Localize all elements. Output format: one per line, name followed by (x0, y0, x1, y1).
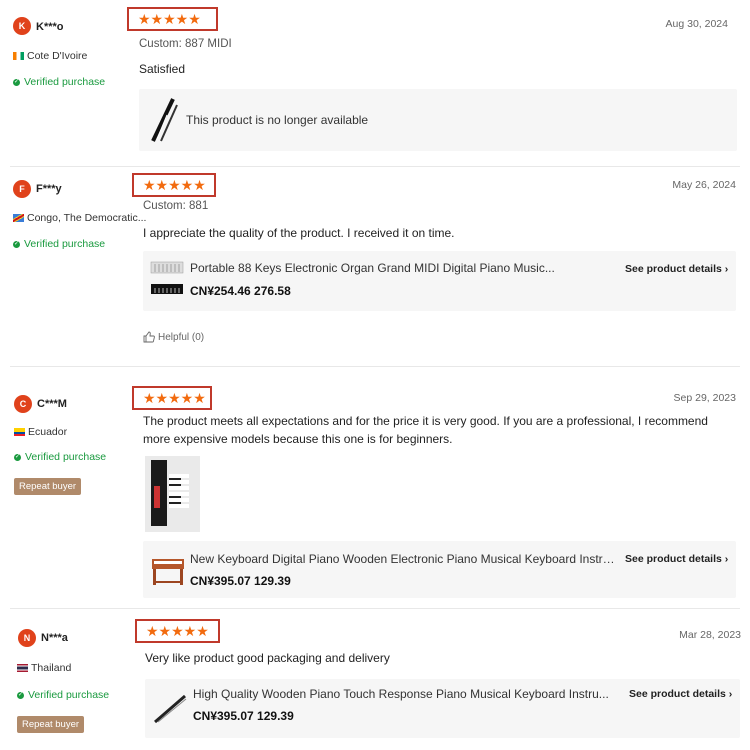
product-price: CN¥395.07 129.39 (193, 709, 294, 723)
thumbs-up-icon (143, 331, 155, 343)
keyboard-icon (154, 694, 187, 724)
check-icon: ✓ (13, 240, 20, 248)
chevron-right-icon: › (724, 553, 729, 565)
chevron-right-icon: › (728, 688, 733, 700)
product-title: This product is no longer available (186, 113, 369, 127)
see-product-details-link[interactable]: See product details › (625, 553, 728, 565)
product-title: High Quality Wooden Piano Touch Response… (193, 687, 609, 701)
avatar: F (13, 180, 31, 198)
avatar: C (14, 395, 32, 413)
reviewer-name: C***M (37, 398, 67, 410)
divider (10, 366, 740, 367)
check-icon: ✓ (14, 453, 21, 461)
avatar: N (18, 629, 36, 647)
product-price: CN¥254.46 276.58 (190, 284, 291, 298)
verified-purchase: ✓ Verified purchase (14, 451, 107, 463)
flag-icon (13, 214, 24, 222)
review-text: Satisfied (139, 62, 186, 76)
divider (10, 166, 740, 167)
review-photo[interactable] (145, 456, 200, 532)
see-product-details-link[interactable]: See product details › (629, 688, 732, 700)
wooden-piano-icon (152, 559, 184, 585)
reviewer-country: Congo, The Democratic... (13, 212, 146, 224)
review-date: Aug 30, 2024 (665, 18, 728, 30)
check-icon: ✓ (13, 78, 20, 86)
flag-icon (17, 664, 28, 672)
custom-option: Custom: 881 (143, 200, 209, 212)
chevron-right-icon: › (724, 263, 729, 275)
digital-piano-icon (150, 261, 184, 294)
piano-photo-icon (145, 456, 200, 532)
star-rating: ★★★★★ (135, 619, 220, 643)
product-card[interactable]: Portable 88 Keys Electronic Organ Grand … (143, 251, 736, 311)
product-card[interactable]: New Keyboard Digital Piano Wooden Electr… (143, 541, 736, 598)
flag-icon (13, 52, 24, 60)
product-card[interactable]: High Quality Wooden Piano Touch Response… (145, 679, 740, 738)
review-date: Sep 29, 2023 (673, 392, 736, 404)
verified-purchase: ✓ Verified purchase (13, 76, 106, 88)
reviewer-name: N***a (41, 632, 68, 644)
review-text: I appreciate the quality of the product.… (143, 226, 455, 240)
helpful-button[interactable]: Helpful (0) (143, 331, 204, 343)
check-icon: ✓ (17, 691, 24, 699)
review-date: May 26, 2024 (672, 179, 736, 191)
review-date: Mar 28, 2023 (679, 629, 741, 641)
see-product-details-link[interactable]: See product details › (625, 263, 728, 275)
reviewer-name: K***o (36, 21, 64, 33)
product-title: Portable 88 Keys Electronic Organ Grand … (190, 261, 555, 275)
verified-purchase: ✓ Verified purchase (13, 238, 106, 250)
product-price: CN¥395.07 129.39 (190, 574, 291, 588)
custom-option: Custom: 887 MIDI (139, 38, 232, 50)
star-rating: ★★★★★ (132, 386, 212, 410)
star-rating: ★★★★★ (132, 173, 216, 197)
divider (10, 608, 740, 609)
reviewer-country: Cote D'Ivoire (13, 50, 87, 62)
reviewer-name: F***y (36, 183, 62, 195)
reviewer-country: Ecuador (14, 426, 67, 438)
reviewer-country: Thailand (17, 662, 71, 674)
product-card[interactable]: This product is no longer available (139, 89, 737, 151)
review-text: The product meets all expectations and f… (143, 414, 708, 446)
avatar: K (13, 17, 31, 35)
repeat-buyer-badge: Repeat buyer (17, 716, 85, 733)
repeat-buyer-badge: Repeat buyer (14, 478, 82, 495)
review-text: Very like product good packaging and del… (145, 651, 390, 665)
star-rating: ★★★★★ (127, 7, 218, 31)
keyboard-stand-icon (151, 98, 178, 142)
verified-purchase: ✓ Verified purchase (17, 689, 110, 701)
flag-icon (14, 428, 25, 436)
product-title: New Keyboard Digital Piano Wooden Electr… (190, 552, 617, 566)
